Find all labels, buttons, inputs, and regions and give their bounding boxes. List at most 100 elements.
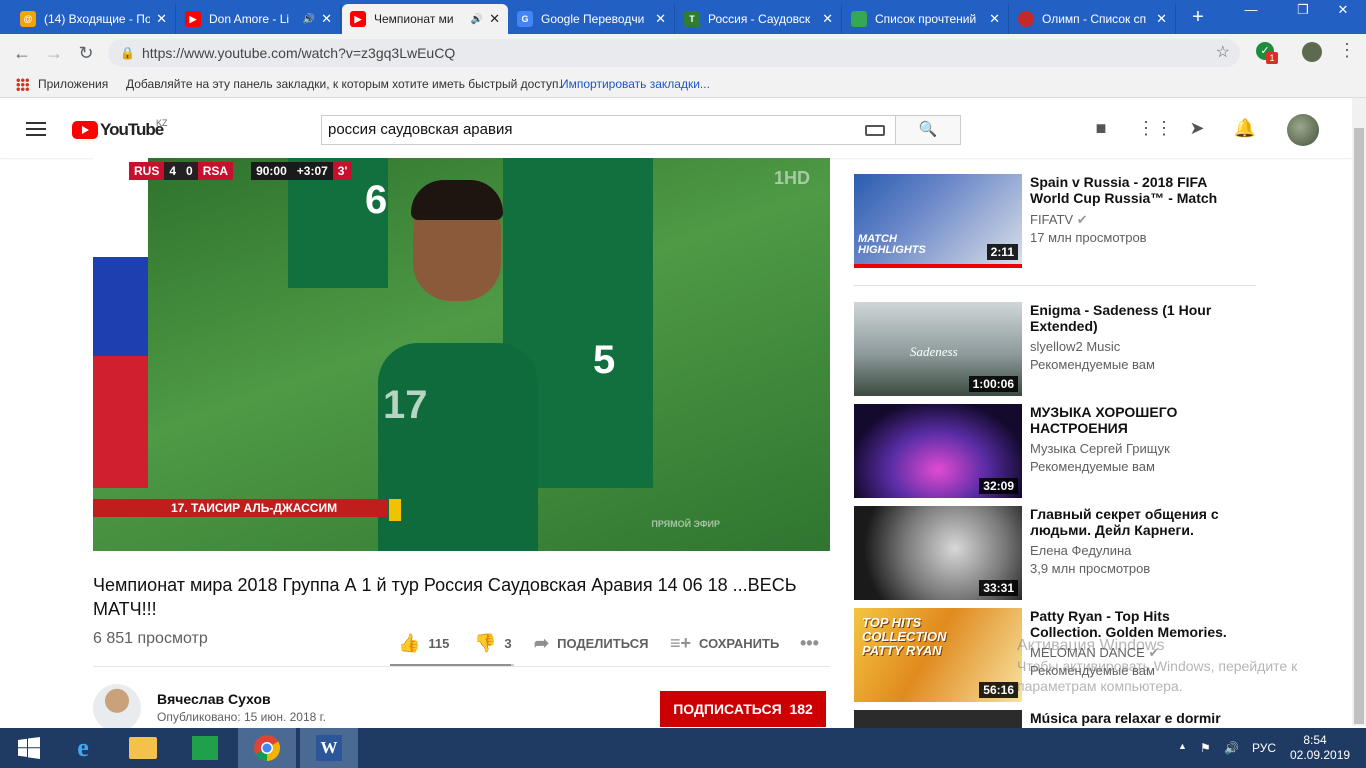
tab-russia-saudi[interactable]: T Россия - Саудовск ✕: [676, 4, 842, 34]
more-actions-button[interactable]: •••: [800, 633, 827, 654]
bookmarks-bar: Приложения Добавляйте на эту панель закл…: [0, 71, 1366, 98]
video-title[interactable]: Главный секрет общения с людьми. Дейл Ка…: [1030, 506, 1235, 538]
create-video-icon[interactable]: ■: [1089, 118, 1113, 139]
windows-taskbar: e W ▲ ⚑ 🔊 РУС 8:54 02.09.2019: [0, 728, 1366, 768]
bookmark-star-icon[interactable]: ☆: [1216, 39, 1230, 67]
recommended-video[interactable]: Música para relaxar e dormir: [854, 710, 1254, 728]
close-icon[interactable]: ✕: [989, 11, 1000, 27]
video-title[interactable]: Enigma - Sadeness (1 Hour Extended): [1030, 302, 1235, 334]
video-duration: 1:00:06: [968, 376, 1018, 392]
lower-third-caption: 17. ТАИСИР АЛЬ-ДЖАССИМ: [93, 499, 388, 517]
close-icon[interactable]: ✕: [489, 11, 500, 27]
verified-icon: ✔: [1076, 212, 1088, 227]
profile-avatar[interactable]: [1302, 42, 1322, 62]
keyboard-icon[interactable]: [865, 125, 885, 136]
import-bookmarks-link[interactable]: Импортировать закладки...: [560, 71, 710, 97]
forward-button[interactable]: →: [44, 43, 64, 64]
language-indicator[interactable]: РУС: [1252, 741, 1276, 755]
search-button[interactable]: 🔍: [896, 115, 961, 145]
close-icon[interactable]: ✕: [321, 11, 332, 27]
video-thumbnail[interactable]: 32:09: [854, 404, 1022, 498]
store-icon[interactable]: [176, 728, 234, 768]
messages-icon[interactable]: ➤: [1185, 118, 1209, 139]
youtube-icon: ▶: [185, 11, 201, 27]
youtube-play-icon: [72, 121, 98, 139]
show-hidden-icons[interactable]: ▲: [1178, 741, 1187, 751]
scrollbar-thumb[interactable]: [1354, 128, 1364, 724]
search-input[interactable]: россия саудовская аравия: [321, 115, 896, 145]
recommended-video[interactable]: Sadeness 1:00:06 Enigma - Sadeness (1 Ho…: [854, 302, 1254, 396]
chrome-icon[interactable]: [238, 728, 296, 768]
reload-button[interactable]: ↻: [76, 43, 96, 64]
shirt-number: 6: [365, 178, 388, 222]
close-icon[interactable]: ✕: [1156, 11, 1167, 27]
apps-grid-icon[interactable]: [16, 78, 29, 91]
channel-one-logo: 1HD: [773, 168, 810, 188]
back-button[interactable]: ←: [12, 43, 32, 64]
tab-reading-list[interactable]: Список прочтений ✕: [843, 4, 1009, 34]
video-duration: 2:11: [986, 244, 1018, 260]
channel-avatar[interactable]: [93, 684, 141, 732]
volume-icon[interactable]: 🔊: [1224, 741, 1239, 755]
tab-olimp[interactable]: Олимп - Список сп ✕: [1010, 4, 1176, 34]
divider: [93, 666, 830, 667]
minimize-button[interactable]: —: [1228, 0, 1274, 22]
video-meta: Рекомендуемые вам: [1030, 357, 1155, 372]
view-count: 6 851 просмотр: [93, 630, 208, 647]
bookmarks-hint: Добавляйте на эту панель закладки, к кот…: [126, 77, 562, 91]
video-thumbnail[interactable]: TOP HITS COLLECTION PATTY RYAN 56:16: [854, 608, 1022, 702]
speaker-icon[interactable]: 🔊: [471, 14, 483, 25]
video-title[interactable]: Música para relaxar e dormir: [1030, 710, 1235, 726]
thumbnail-text: Sadeness: [910, 344, 958, 359]
video-title[interactable]: Spain v Russia - 2018 FIFA World Cup Rus…: [1030, 174, 1235, 208]
channel-name[interactable]: Вячеслав Сухов: [157, 691, 271, 707]
close-icon[interactable]: ✕: [822, 11, 833, 27]
apps-icon[interactable]: ⋮⋮: [1137, 118, 1173, 139]
share-icon: ➦: [534, 633, 550, 653]
new-tab-button[interactable]: +: [1186, 6, 1210, 29]
page-scrollbar[interactable]: [1352, 98, 1366, 726]
youtube-logo[interactable]: YouTube KZ: [72, 118, 168, 140]
like-button[interactable]: 👍 115: [398, 633, 449, 654]
recommended-video[interactable]: 33:31 Главный секрет общения с людьми. Д…: [854, 506, 1254, 600]
mail-icon: @: [20, 11, 36, 27]
notifications-bell-icon[interactable]: 🔔: [1233, 118, 1257, 139]
dislike-button[interactable]: 👎 3: [474, 633, 512, 654]
share-button[interactable]: ➦ ПОДЕЛИТЬСЯ: [534, 633, 648, 654]
video-duration: 56:16: [979, 682, 1018, 698]
recommended-video[interactable]: 32:09 МУЗЫКА ХОРОШЕГО НАСТРОЕНИЯ +ШИКАРН…: [854, 404, 1254, 498]
recommended-video[interactable]: MATCH HIGHLIGHTS 2:11 Spain v Russia - 2…: [854, 174, 1254, 270]
hamburger-menu-icon[interactable]: [26, 122, 46, 136]
speaker-icon[interactable]: 🔊: [303, 14, 315, 25]
video-title[interactable]: МУЗЫКА ХОРОШЕГО НАСТРОЕНИЯ +ШИКАРНЫЕ…: [1030, 404, 1235, 438]
video-player[interactable]: 6 5 17 RUS 4 0 RSA 90:00 +3:07 3' 1HD 17…: [93, 158, 830, 551]
start-button[interactable]: [0, 728, 58, 768]
tab-mail[interactable]: @ (14) Входящие - По ✕: [12, 4, 176, 34]
video-thumbnail[interactable]: MATCH HIGHLIGHTS 2:11: [854, 174, 1022, 268]
video-thumbnail[interactable]: 33:31: [854, 506, 1022, 600]
close-icon[interactable]: ✕: [655, 11, 666, 27]
system-clock[interactable]: 8:54 02.09.2019: [1290, 733, 1350, 763]
browser-menu-icon[interactable]: ⋮: [1338, 40, 1356, 61]
apps-link[interactable]: Приложения: [38, 71, 108, 97]
lock-icon[interactable]: 🔒: [120, 39, 135, 67]
close-icon[interactable]: ✕: [156, 11, 167, 27]
tab-championship[interactable]: ▶ Чемпионат ми 🔊 ✕: [342, 4, 508, 34]
user-avatar[interactable]: [1287, 114, 1319, 146]
tab-don-amore[interactable]: ▶ Don Amore - Li 🔊 ✕: [177, 4, 341, 34]
subscribe-button[interactable]: ПОДПИСАТЬСЯ 182: [660, 691, 826, 727]
channel-name: Музыка Сергей Грищук: [1030, 441, 1170, 456]
save-button[interactable]: ≡+ СОХРАНИТЬ: [670, 633, 779, 654]
video-meta: 17 млн просмотров: [1030, 230, 1147, 245]
file-explorer-icon[interactable]: [114, 728, 172, 768]
player-figure: [93, 158, 148, 488]
sheet-icon: [851, 11, 867, 27]
close-window-button[interactable]: ✕: [1320, 0, 1366, 22]
video-thumbnail[interactable]: [854, 710, 1022, 728]
word-icon[interactable]: W: [300, 728, 358, 768]
network-icon[interactable]: ⚑: [1200, 741, 1211, 755]
internet-explorer-icon[interactable]: e: [54, 728, 112, 768]
video-thumbnail[interactable]: Sadeness 1:00:06: [854, 302, 1022, 396]
url-bar[interactable]: 🔒 https://www.youtube.com/watch?v=z3gq3L…: [108, 39, 1240, 67]
tab-google-translate[interactable]: G Google Переводчи ✕: [509, 4, 675, 34]
